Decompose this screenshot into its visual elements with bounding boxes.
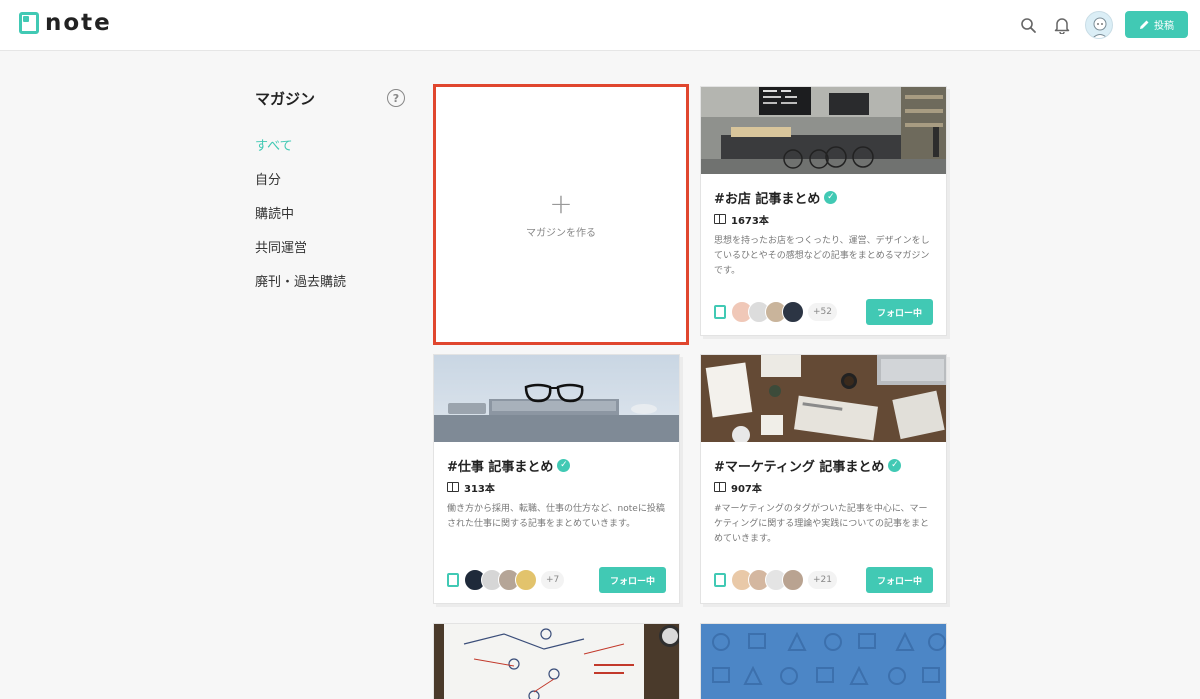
follow-button[interactable]: フォロー中 (866, 567, 933, 593)
magazine-cover-image (701, 87, 946, 174)
verified-check-icon: ✓ (557, 458, 571, 472)
magazine-cover-image (434, 355, 679, 442)
article-count-text: 1673本 (731, 215, 769, 227)
book-icon (447, 482, 459, 492)
magazine-article-count: 313本 (447, 480, 666, 495)
help-icon[interactable]: ? (387, 89, 405, 107)
user-avatar[interactable] (1085, 11, 1113, 39)
logo-text: note (45, 10, 112, 36)
magazine-card-footer: +21 フォロー中 (714, 567, 933, 593)
plus-icon: + (549, 187, 573, 220)
verified-check-icon: ✓ (888, 458, 902, 472)
magazine-cover-image (434, 624, 679, 699)
book-icon (714, 214, 726, 224)
magazine-title: #マーケティング 記事まとめ ✓ (714, 456, 933, 475)
note-icon (714, 305, 726, 319)
magazine-card[interactable] (433, 623, 680, 699)
sidebar-item-all[interactable]: すべて (255, 138, 346, 172)
magazine-title-text: #お店 記事まとめ (714, 191, 821, 207)
note-logo-icon (19, 12, 39, 34)
sidebar-item-mine[interactable]: 自分 (255, 172, 346, 206)
magazine-card-body: #お店 記事まとめ ✓ 1673本 思想を持ったお店をつくったり、運営、デザイン… (701, 174, 946, 279)
magazine-cover-image (701, 624, 946, 699)
magazine-title: #お店 記事まとめ ✓ (714, 188, 933, 207)
magazine-card-footer: +52 フォロー中 (714, 299, 933, 325)
member-count: +52 (808, 303, 837, 321)
pencil-icon (1140, 20, 1149, 29)
sidebar-nav: すべて 自分 購読中 共同運営 廃刊・過去購読 (255, 138, 346, 308)
magazine-card[interactable] (700, 623, 947, 699)
magazine-card-footer: +7 フォロー中 (447, 567, 666, 593)
search-icon[interactable] (1018, 15, 1038, 35)
magazine-title-text: #マーケティング 記事まとめ (714, 459, 885, 475)
avatar[interactable] (782, 301, 804, 323)
follow-button[interactable]: フォロー中 (599, 567, 666, 593)
note-logo[interactable]: note (19, 10, 112, 36)
member-avatars (731, 301, 804, 323)
sidebar-item-co-managed[interactable]: 共同運営 (255, 240, 346, 274)
member-count: +21 (808, 571, 837, 589)
note-icon (714, 573, 726, 587)
magazine-title-text: #仕事 記事まとめ (447, 459, 554, 475)
sidebar-item-discontinued[interactable]: 廃刊・過去購読 (255, 274, 346, 308)
create-magazine-card[interactable]: + マガジンを作る (433, 84, 689, 345)
magazine-card[interactable]: #お店 記事まとめ ✓ 1673本 思想を持ったお店をつくったり、運営、デザイン… (700, 86, 947, 336)
magazine-description: #マーケティングのタグがついた記事を中心に、マーケティングに関する理論や実践につ… (714, 504, 930, 544)
article-count-text: 907本 (731, 483, 762, 495)
avatar[interactable] (515, 569, 537, 591)
bell-icon[interactable] (1052, 15, 1072, 35)
top-header: note 投稿 (0, 0, 1200, 51)
magazine-cover-image (701, 355, 946, 442)
magazine-description: 思想を持ったお店をつくったり、運営、デザインをしているひとやその感想などの記事を… (714, 236, 930, 276)
note-icon (447, 573, 459, 587)
magazine-card[interactable]: #マーケティング 記事まとめ ✓ 907本 #マーケティングのタグがついた記事を… (700, 354, 947, 604)
post-button[interactable]: 投稿 (1125, 11, 1188, 38)
member-count: +7 (541, 571, 565, 589)
member-avatars (464, 569, 537, 591)
avatar[interactable] (782, 569, 804, 591)
member-avatars (731, 569, 804, 591)
magazine-article-count: 1673本 (714, 212, 933, 227)
sidebar-title: マガジン (255, 90, 316, 108)
sidebar-item-subscribed[interactable]: 購読中 (255, 206, 346, 240)
post-button-label: 投稿 (1154, 21, 1174, 32)
magazine-card[interactable]: #仕事 記事まとめ ✓ 313本 働き方から採用、転職、仕事の仕方など、note… (433, 354, 680, 604)
magazine-title: #仕事 記事まとめ ✓ (447, 456, 666, 475)
verified-check-icon: ✓ (824, 190, 838, 204)
magazine-description: 働き方から採用、転職、仕事の仕方など、noteに投稿された仕事に関する記事をまと… (447, 504, 665, 529)
create-magazine-label: マガジンを作る (526, 228, 596, 239)
article-count-text: 313本 (464, 483, 495, 495)
follow-button[interactable]: フォロー中 (866, 299, 933, 325)
magazine-card-body: #マーケティング 記事まとめ ✓ 907本 #マーケティングのタグがついた記事を… (701, 442, 946, 547)
book-icon (714, 482, 726, 492)
magazine-article-count: 907本 (714, 480, 933, 495)
magazine-card-body: #仕事 記事まとめ ✓ 313本 働き方から採用、転職、仕事の仕方など、note… (434, 442, 679, 547)
